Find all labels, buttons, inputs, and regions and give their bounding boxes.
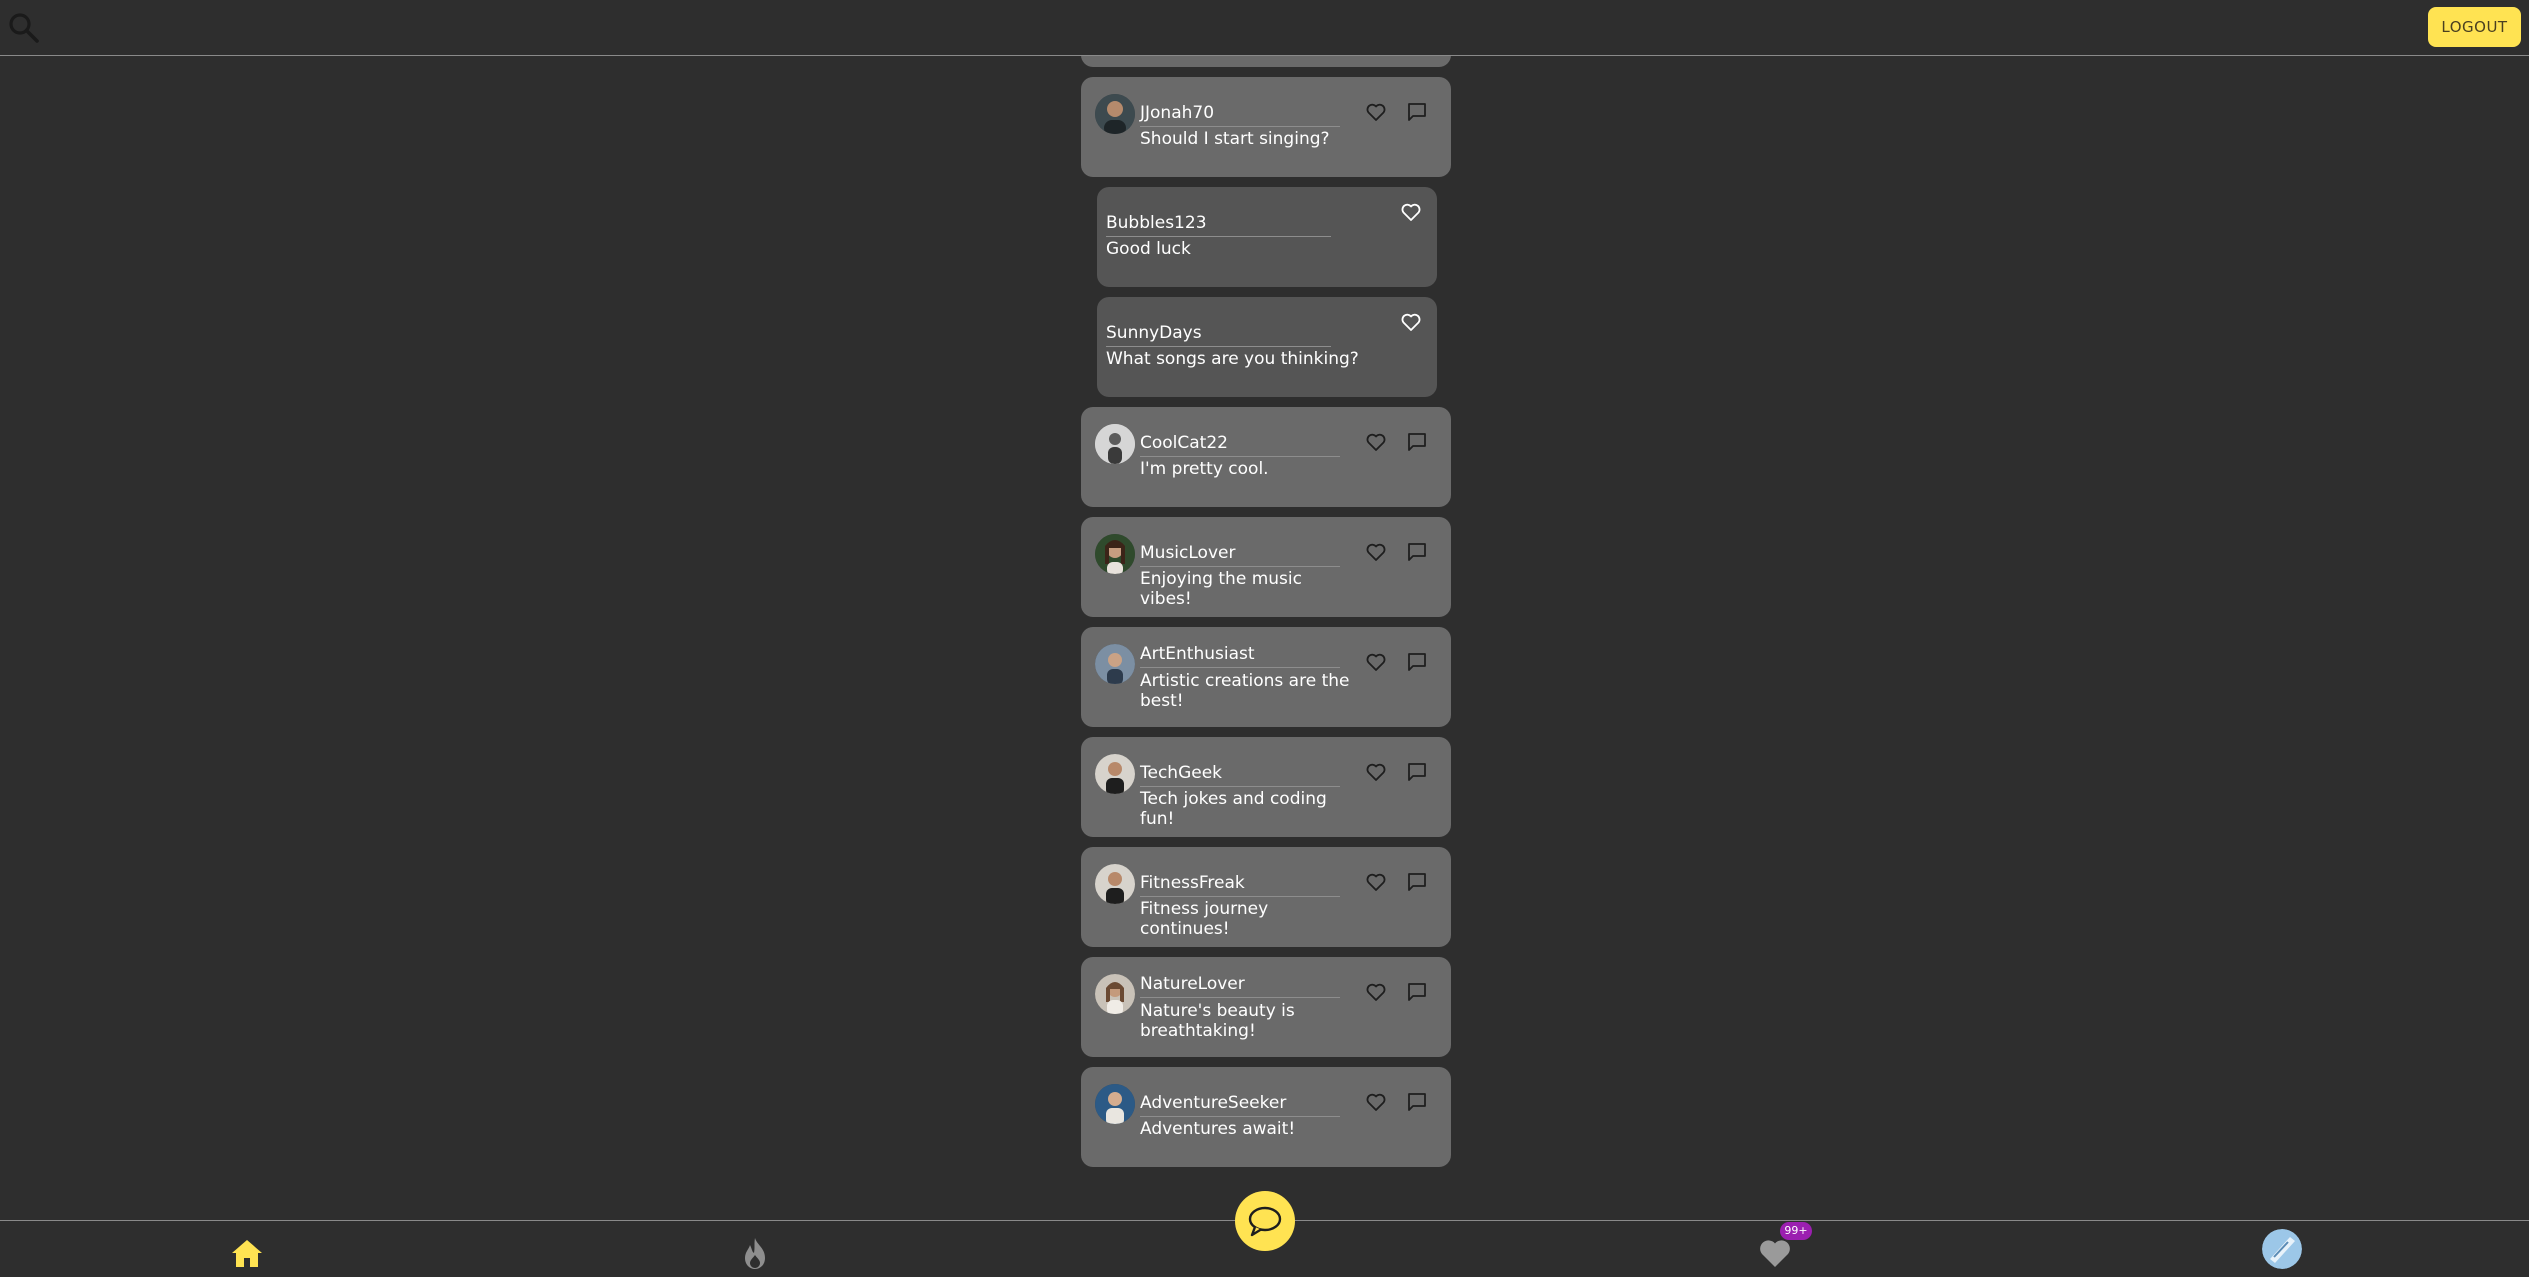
post-card: ArtEnthusiast Artistic creations are the… [1081,627,1451,727]
reply-text: What songs are you thinking? [1106,349,1359,369]
comment-icon[interactable] [1405,1090,1429,1114]
heart-icon[interactable] [1364,870,1388,894]
heart-icon[interactable] [1399,200,1423,224]
new-post-button[interactable] [1235,1191,1295,1251]
post-text: Enjoying the music vibes! [1140,569,1302,609]
reply-username[interactable]: SunnyDays [1106,323,1331,347]
reply-card: Bubbles123 Good luck [1097,187,1437,287]
post-text: Should I start singing? [1140,129,1330,149]
heart-icon[interactable] [1364,430,1388,454]
post-feed[interactable]: JJonah70 Should I start singing? Bubbles… [1081,0,1451,1220]
logout-button[interactable]: LOGOUT [2428,7,2521,47]
avatar[interactable] [1095,424,1135,464]
avatar[interactable] [1095,864,1135,904]
avatar[interactable] [1095,644,1135,684]
comment-icon[interactable] [1405,100,1429,124]
reply-text: Good luck [1106,239,1191,259]
post-username[interactable]: AdventureSeeker [1140,1093,1340,1117]
post-username[interactable]: TechGeek [1140,763,1340,787]
notification-badge: 99+ [1780,1222,1812,1240]
top-bar: LOGOUT [0,0,2529,56]
comment-icon[interactable] [1405,870,1429,894]
comment-icon[interactable] [1405,980,1429,1004]
profile-avatar[interactable] [2262,1229,2302,1269]
post-username[interactable]: JJonah70 [1140,103,1340,127]
avatar[interactable] [1095,534,1135,574]
avatar[interactable] [1095,1084,1135,1124]
post-username[interactable]: CoolCat22 [1140,433,1340,457]
post-card: CoolCat22 I'm pretty cool. [1081,407,1451,507]
avatar[interactable] [1095,974,1135,1014]
post-card: TechGeek Tech jokes and coding fun! [1081,737,1451,837]
avatar[interactable] [1095,94,1135,134]
comment-icon[interactable] [1405,540,1429,564]
post-username[interactable]: NatureLover [1140,974,1340,998]
post-username[interactable]: ArtEnthusiast [1140,644,1340,668]
post-text: Adventures await! [1140,1119,1296,1139]
post-text: Tech jokes and coding fun! [1140,789,1327,829]
heart-icon[interactable] [1399,310,1423,334]
heart-icon[interactable] [1364,540,1388,564]
post-text: Nature's beauty is breathtaking! [1140,1001,1295,1041]
comment-icon[interactable] [1405,650,1429,674]
heart-icon[interactable] [1364,760,1388,784]
post-card: NatureLover Nature's beauty is breathtak… [1081,957,1451,1057]
comment-icon[interactable] [1405,430,1429,454]
speech-bubble-icon [1245,1203,1285,1239]
heart-icon[interactable] [1364,650,1388,674]
post-card: FitnessFreak Fitness journey continues! [1081,847,1451,947]
post-text: I'm pretty cool. [1140,459,1269,479]
avatar[interactable] [1095,754,1135,794]
post-username[interactable]: MusicLover [1140,543,1340,567]
heart-icon[interactable] [1364,1090,1388,1114]
comment-icon[interactable] [1405,760,1429,784]
post-username[interactable]: FitnessFreak [1140,873,1340,897]
heart-icon[interactable] [1364,980,1388,1004]
heart-icon[interactable] [1364,100,1388,124]
post-card: AdventureSeeker Adventures await! [1081,1067,1451,1167]
search-icon[interactable] [6,10,42,46]
post-text: Fitness journey continues! [1140,899,1269,939]
post-card: MusicLover Enjoying the music vibes! [1081,517,1451,617]
post-card: JJonah70 Should I start singing? [1081,77,1451,177]
flame-icon[interactable] [735,1233,775,1273]
reply-username[interactable]: Bubbles123 [1106,213,1331,237]
reply-card: SunnyDays What songs are you thinking? [1097,297,1437,397]
home-icon[interactable] [227,1233,267,1273]
post-text: Artistic creations are the best! [1140,671,1350,711]
